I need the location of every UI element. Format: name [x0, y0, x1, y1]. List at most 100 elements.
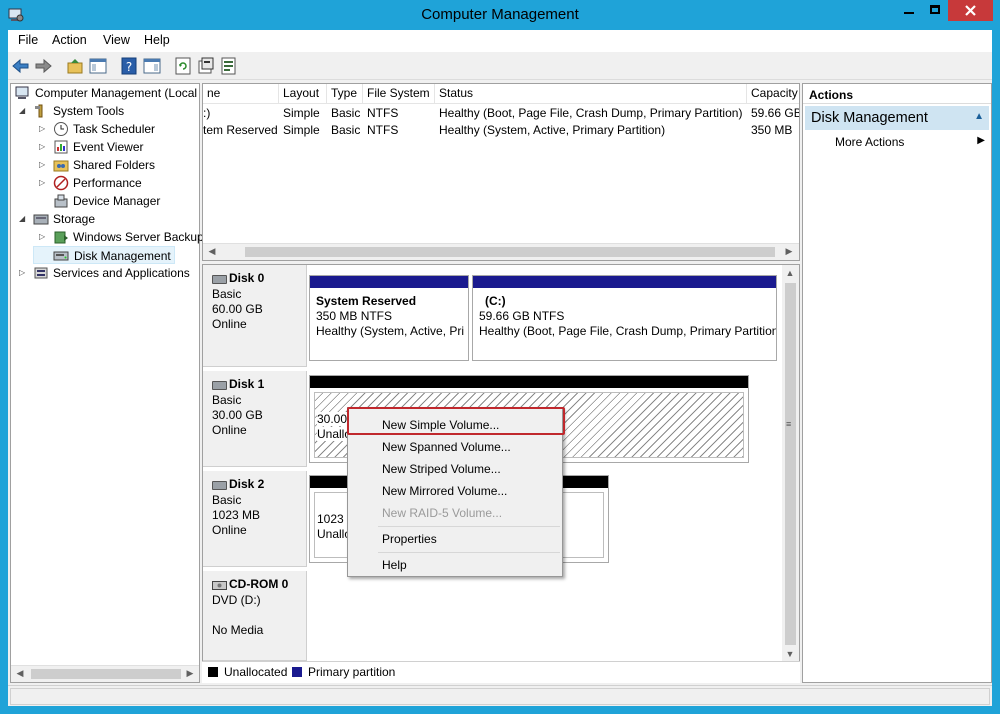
collapse-arrow-icon[interactable]: ◢ [19, 214, 29, 224]
volume-system-reserved[interactable]: System Reserved 350 MB NTFS Healthy (Sys… [309, 275, 469, 361]
tree-item-disk-management[interactable]: Disk Management [33, 246, 175, 264]
services-icon [34, 267, 48, 279]
tree-scroll-thumb[interactable] [31, 669, 181, 679]
menu-item-new-striped-volume[interactable]: New Striped Volume... [382, 462, 501, 476]
menu-file[interactable]: File [18, 33, 38, 47]
svg-text:?: ? [126, 60, 132, 74]
menu-separator [378, 526, 560, 527]
volume-list: ne Layout Type File System Status Capaci… [202, 83, 800, 261]
menu-bar: File Action View Help [8, 30, 992, 52]
menu-view[interactable]: View [103, 33, 130, 47]
status-bar [8, 685, 992, 706]
minimize-button[interactable] [896, 0, 922, 21]
maximize-button[interactable] [922, 0, 948, 21]
collapse-section-icon[interactable]: ▲ [974, 111, 984, 122]
maximize-icon [930, 5, 940, 14]
partition-bar [310, 276, 468, 288]
menu-action[interactable]: Action [52, 33, 87, 47]
window-title: Computer Management [421, 6, 579, 23]
menu-item-new-spanned-volume[interactable]: New Spanned Volume... [382, 440, 511, 454]
volume-c-drive[interactable]: (C:) 59.66 GB NTFS Healthy (Boot, Page F… [472, 275, 777, 361]
primary-partition-swatch [292, 667, 302, 677]
clock-icon [54, 122, 68, 136]
event-viewer-icon [54, 140, 68, 154]
menu-item-help[interactable]: Help [382, 558, 407, 572]
console-tree: Computer Management (Local ◢ System Tool… [10, 83, 204, 683]
tools-icon [35, 104, 43, 118]
expand-arrow-icon[interactable]: ▷ [39, 178, 49, 188]
properties-icon[interactable] [196, 56, 216, 76]
disk-legend: Unallocated Primary partition [202, 661, 800, 683]
cdrom-0-info[interactable]: CD-ROM 0 DVD (D:) No Media [203, 571, 307, 661]
help-icon[interactable]: ? [119, 56, 139, 76]
unallocated-swatch [208, 667, 218, 677]
scroll-right-arrow-icon[interactable]: ▶ [781, 244, 797, 259]
column-header-volume[interactable]: ne [203, 84, 279, 104]
shared-folder-icon [53, 160, 69, 172]
menu-item-new-mirrored-volume[interactable]: New Mirrored Volume... [382, 484, 507, 498]
submenu-arrow-icon: ▶ [977, 135, 985, 146]
back-arrow-icon[interactable] [11, 56, 31, 76]
title-bar[interactable]: Computer Management [0, 0, 1000, 30]
graph-vertical-scrollbar[interactable]: ▲ ≡ ▼ [782, 265, 799, 663]
scroll-left-arrow-icon[interactable]: ◀ [204, 244, 220, 259]
actions-section-disk-management[interactable]: Disk Management ▲ [805, 106, 989, 130]
expand-arrow-icon[interactable]: ▷ [39, 160, 49, 170]
storage-icon [33, 214, 49, 225]
performance-icon [53, 175, 69, 191]
list-horizontal-scrollbar[interactable]: ◀ ▶ [203, 243, 799, 260]
backup-icon [54, 231, 68, 244]
cdrom-drive-icon [212, 581, 227, 590]
menu-help[interactable]: Help [144, 33, 170, 47]
device-manager-icon [54, 194, 68, 208]
scroll-up-arrow-icon[interactable]: ▲ [782, 266, 798, 281]
hard-disk-icon [212, 481, 227, 490]
menu-item-new-raid5-volume: New RAID-5 Volume... [382, 506, 503, 520]
highlight-annotation-box [347, 407, 565, 435]
collapse-arrow-icon[interactable]: ◢ [19, 106, 29, 116]
column-header-status[interactable]: Status [435, 84, 747, 104]
status-bar-segment [10, 688, 990, 705]
close-icon [965, 5, 976, 16]
expand-arrow-icon[interactable]: ▷ [39, 142, 49, 152]
column-header-file-system[interactable]: File System [363, 84, 435, 104]
expand-arrow-icon[interactable]: ▷ [39, 124, 49, 134]
disk-2-info[interactable]: Disk 2 Basic 1023 MB Online [203, 471, 307, 567]
toolbar: ? [8, 52, 992, 80]
column-header-capacity[interactable]: Capacity [747, 84, 799, 104]
computer-management-icon [15, 86, 29, 99]
tree-horizontal-scrollbar[interactable]: ◀ ▶ [11, 665, 199, 682]
hard-disk-icon [212, 275, 227, 284]
show-hide-console-tree-icon[interactable] [88, 56, 108, 76]
graph-scroll-thumb[interactable] [785, 283, 796, 645]
scroll-right-arrow-icon[interactable]: ▶ [182, 666, 198, 681]
unallocated-bar [310, 376, 748, 388]
hard-disk-icon [212, 381, 227, 390]
export-list-icon[interactable] [219, 56, 239, 76]
window-content: File Action View Help ? Computer Managem… [8, 30, 992, 706]
menu-item-properties[interactable]: Properties [382, 532, 437, 546]
expand-arrow-icon[interactable]: ▷ [19, 268, 29, 278]
column-header-layout[interactable]: Layout [279, 84, 327, 104]
forward-arrow-icon[interactable] [33, 56, 53, 76]
disk-0-info[interactable]: Disk 0 Basic 60.00 GB Online [203, 265, 307, 367]
scroll-down-arrow-icon[interactable]: ▼ [782, 647, 798, 662]
list-scroll-thumb[interactable] [245, 247, 775, 257]
legend-primary-partition: Primary partition [308, 665, 396, 679]
close-button[interactable] [948, 0, 993, 21]
column-header-type[interactable]: Type [327, 84, 363, 104]
minimize-icon [904, 12, 914, 14]
show-hide-action-pane-icon[interactable] [142, 56, 162, 76]
actions-pane: Actions Disk Management ▲ More Actions ▶ [802, 83, 992, 683]
expand-arrow-icon[interactable]: ▷ [39, 232, 49, 242]
up-folder-icon[interactable] [65, 56, 85, 76]
legend-unallocated: Unallocated [224, 665, 288, 679]
more-actions-item[interactable]: More Actions ▶ [805, 133, 989, 151]
scroll-left-arrow-icon[interactable]: ◀ [12, 666, 28, 681]
disk-1-info[interactable]: Disk 1 Basic 30.00 GB Online [203, 371, 307, 467]
menu-separator [378, 552, 560, 553]
computer-management-window: Computer Management File Action View Hel… [0, 0, 1000, 714]
refresh-icon[interactable] [173, 56, 193, 76]
actions-header: Actions [803, 84, 991, 104]
scroll-grip-icon: ≡ [786, 419, 792, 429]
